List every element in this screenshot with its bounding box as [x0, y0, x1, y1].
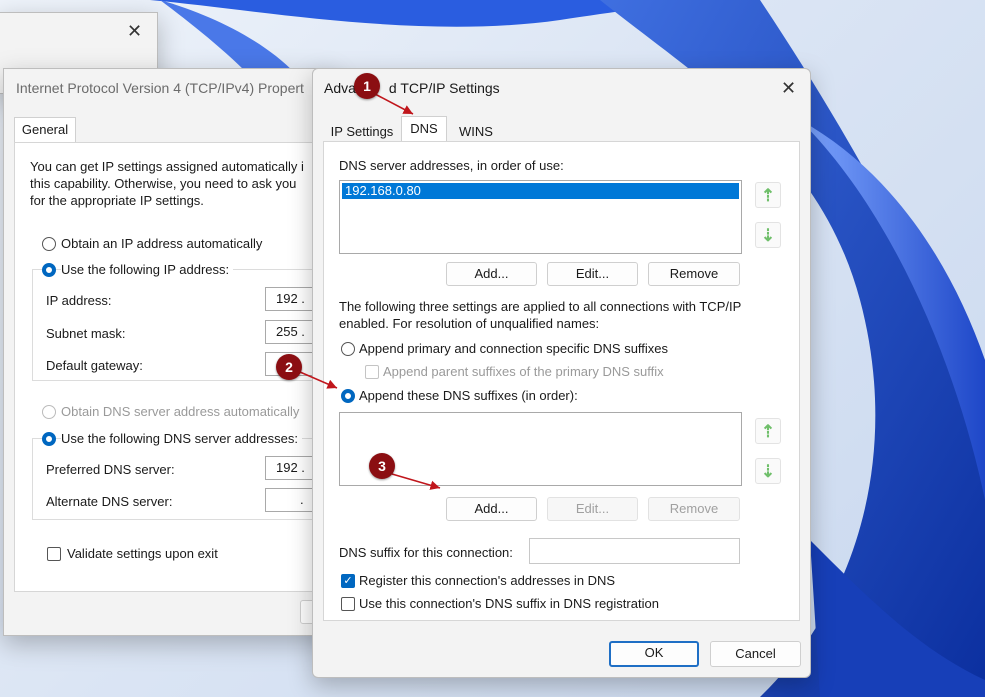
append-these-radio[interactable] [341, 389, 355, 403]
tab-wins[interactable]: WINS [451, 119, 501, 143]
obtain-ip-auto-label: Obtain an IP address automatically [61, 236, 263, 251]
intro-text-2: this capability. Otherwise, you need to … [30, 176, 297, 191]
dns-add-button[interactable]: Add... [446, 262, 537, 286]
dns-panel: DNS server addresses, in order of use: 1… [323, 141, 800, 621]
use-following-ip-label: Use the following IP address: [61, 262, 234, 277]
suffix-move-up-icon[interactable]: ⇡ [755, 418, 781, 444]
use-suffix-registration-checkbox[interactable] [341, 597, 355, 611]
dns-servers-list[interactable]: 192.168.0.80 [339, 180, 742, 254]
intro-text-1: You can get IP settings assigned automat… [30, 159, 304, 174]
suffix-edit-button[interactable]: Edit... [547, 497, 638, 521]
close-icon[interactable]: ✕ [781, 78, 796, 99]
default-gateway-label: Default gateway: [46, 358, 143, 373]
ipv4-properties-window: Internet Protocol Version 4 (TCP/IPv4) P… [3, 68, 353, 636]
preferred-dns-label: Preferred DNS server: [46, 462, 175, 477]
obtain-dns-auto-label: Obtain DNS server address automatically [61, 404, 300, 419]
advanced-tcpip-window: Adva d TCP/IP Settings ✕ IP Settings DNS … [312, 68, 811, 678]
ok-button[interactable]: OK [609, 641, 699, 667]
cancel-button[interactable]: Cancel [710, 641, 801, 667]
dns-suffix-list[interactable] [339, 412, 742, 486]
ip-address-label: IP address: [46, 293, 112, 308]
dns-edit-button[interactable]: Edit... [547, 262, 638, 286]
register-addresses-checkbox[interactable]: ✓ [341, 574, 355, 588]
info-text-2: enabled. For resolution of unqualified n… [339, 316, 600, 331]
window-title: Adva d TCP/IP Settings [324, 80, 500, 96]
info-text-1: The following three settings are applied… [339, 299, 742, 314]
annotation-badge-3: 3 [369, 453, 395, 479]
tab-ip-settings[interactable]: IP Settings [323, 119, 401, 143]
title-bar: Adva d TCP/IP Settings ✕ [313, 69, 810, 109]
dns-suffix-connection-input[interactable] [529, 538, 740, 564]
validate-settings-label: Validate settings upon exit [67, 546, 218, 561]
intro-text-3: for the appropriate IP settings. [30, 193, 204, 208]
obtain-ip-auto-radio[interactable] [42, 237, 56, 251]
dns-servers-label: DNS server addresses, in order of use: [339, 158, 564, 173]
tab-dns[interactable]: DNS [401, 116, 447, 142]
list-item[interactable]: 192.168.0.80 [342, 183, 739, 199]
move-down-icon[interactable]: ⇣ [755, 222, 781, 248]
suffix-add-button[interactable]: Add... [446, 497, 537, 521]
title-bar: Internet Protocol Version 4 (TCP/IPv4) P… [4, 69, 334, 109]
use-suffix-registration-label: Use this connection's DNS suffix in DNS … [359, 596, 659, 611]
use-following-dns-radio[interactable] [42, 432, 56, 446]
register-addresses-label: Register this connection's addresses in … [359, 573, 616, 588]
use-following-ip-radio[interactable] [42, 263, 56, 277]
append-these-label: Append these DNS suffixes (in order): [359, 388, 578, 403]
alternate-dns-label: Alternate DNS server: [46, 494, 173, 509]
use-following-dns-label: Use the following DNS server addresses: [61, 431, 302, 446]
dns-remove-button[interactable]: Remove [648, 262, 740, 286]
tab-general[interactable]: General [14, 117, 76, 143]
append-parent-checkbox[interactable] [365, 365, 379, 379]
append-primary-radio[interactable] [341, 342, 355, 356]
append-primary-label: Append primary and connection specific D… [359, 341, 669, 356]
suffix-move-down-icon[interactable]: ⇣ [755, 458, 781, 484]
append-parent-label: Append parent suffixes of the primary DN… [383, 364, 664, 379]
subnet-mask-label: Subnet mask: [46, 326, 126, 341]
annotation-badge-1: 1 [354, 73, 380, 99]
dns-suffix-connection-label: DNS suffix for this connection: [339, 545, 513, 560]
window-title: Internet Protocol Version 4 (TCP/IPv4) P… [16, 80, 304, 96]
annotation-badge-2: 2 [276, 354, 302, 380]
validate-settings-checkbox[interactable] [47, 547, 61, 561]
move-up-icon[interactable]: ⇡ [755, 182, 781, 208]
close-icon[interactable]: ✕ [127, 21, 142, 42]
suffix-remove-button[interactable]: Remove [648, 497, 740, 521]
obtain-dns-auto-radio[interactable] [42, 405, 56, 419]
